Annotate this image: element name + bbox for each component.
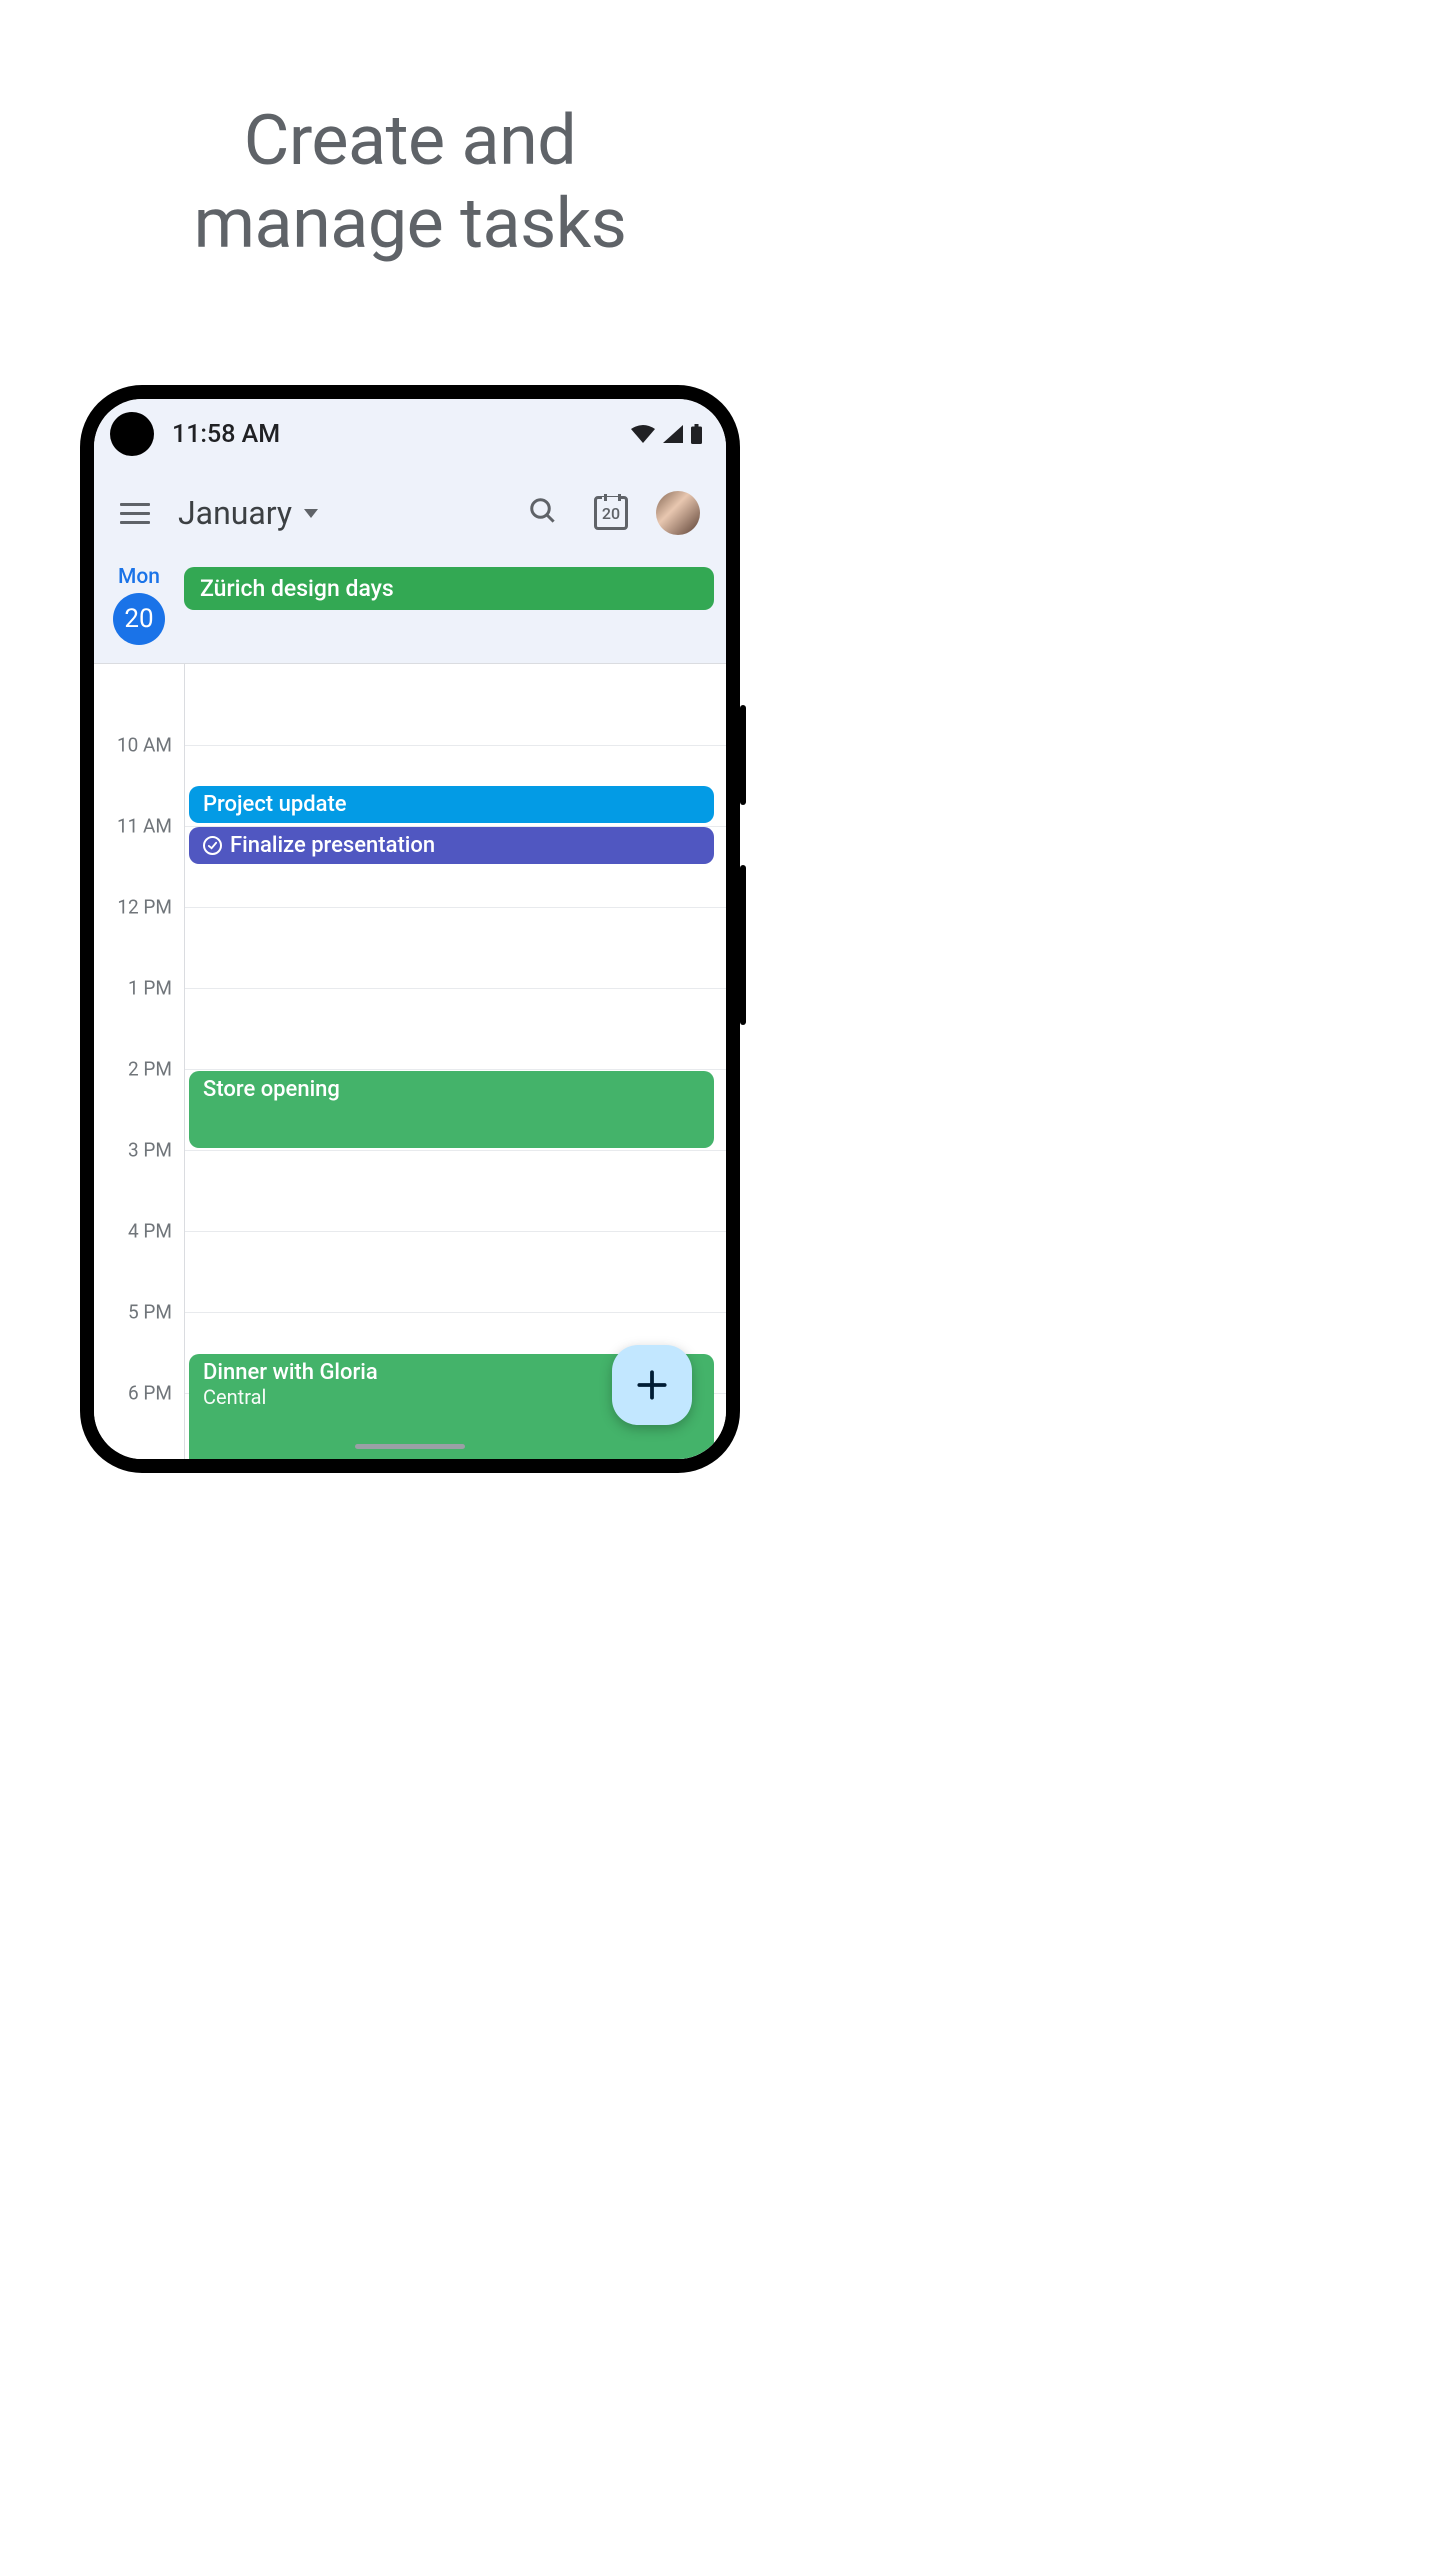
camera-punch-hole	[110, 412, 154, 456]
search-icon[interactable]	[520, 488, 566, 538]
today-button[interactable]: 20	[594, 496, 628, 530]
time-label-11am: 11 AM	[117, 815, 172, 838]
cellular-icon	[663, 425, 683, 443]
app-header: January 20	[94, 469, 726, 557]
day-header-row: Mon 20 Zürich design days	[94, 557, 726, 664]
today-date-number: 20	[602, 504, 620, 523]
status-time: 11:58 AM	[172, 420, 280, 449]
time-gutter: 10 AM 11 AM 12 PM 1 PM 2 PM 3 PM 4 PM 5 …	[94, 664, 184, 1459]
time-label-6pm: 6 PM	[128, 1382, 172, 1405]
time-label-3pm: 3 PM	[128, 1139, 172, 1162]
menu-icon[interactable]	[120, 497, 150, 530]
event-store-opening[interactable]: Store opening	[189, 1071, 714, 1148]
phone-shell: 11:58 AM January	[80, 385, 740, 1473]
create-fab[interactable]	[612, 1345, 692, 1425]
time-label-4pm: 4 PM	[128, 1220, 172, 1243]
day-abbrev: Mon	[94, 565, 184, 589]
timeline: 10 AM 11 AM 12 PM 1 PM 2 PM 3 PM 4 PM 5 …	[94, 664, 726, 1459]
power-button	[740, 705, 746, 805]
task-check-icon	[203, 836, 222, 855]
month-label: January	[178, 494, 292, 532]
phone-screen: 11:58 AM January	[94, 399, 726, 1459]
event-title: Finalize presentation	[230, 833, 435, 858]
time-label-12pm: 12 PM	[117, 896, 172, 919]
task-finalize-presentation[interactable]: Finalize presentation	[189, 827, 714, 864]
plus-icon	[633, 1366, 671, 1404]
wifi-icon	[631, 425, 655, 443]
event-title: Project update	[203, 792, 347, 817]
month-dropdown[interactable]: January	[178, 494, 318, 532]
time-label-1pm: 1 PM	[128, 977, 172, 1000]
events-column[interactable]: Project update Finalize presentation Sto…	[184, 664, 726, 1459]
event-title: Dinner with Gloria	[203, 1360, 378, 1385]
marketing-headline: Create and manage tasks	[0, 100, 820, 265]
headline-line-2: manage tasks	[194, 183, 627, 265]
allday-event-zurich[interactable]: Zürich design days	[184, 567, 714, 610]
phone-mockup: 11:58 AM January	[0, 385, 820, 1473]
status-bar: 11:58 AM	[94, 399, 726, 469]
nav-gesture-handle	[355, 1444, 465, 1449]
time-label-10am: 10 AM	[117, 734, 172, 757]
status-icons	[631, 424, 702, 444]
day-column-header[interactable]: Mon 20	[94, 557, 184, 663]
event-project-update[interactable]: Project update	[189, 786, 714, 823]
chevron-down-icon	[304, 509, 318, 518]
account-avatar[interactable]	[656, 491, 700, 535]
battery-icon	[691, 424, 702, 444]
time-label-2pm: 2 PM	[128, 1058, 172, 1081]
headline-line-1: Create and	[244, 100, 576, 182]
time-label-5pm: 5 PM	[128, 1301, 172, 1324]
event-title: Store opening	[203, 1077, 340, 1102]
day-number: 20	[113, 593, 165, 645]
event-title: Zürich design days	[200, 575, 394, 602]
volume-button	[740, 865, 746, 1025]
